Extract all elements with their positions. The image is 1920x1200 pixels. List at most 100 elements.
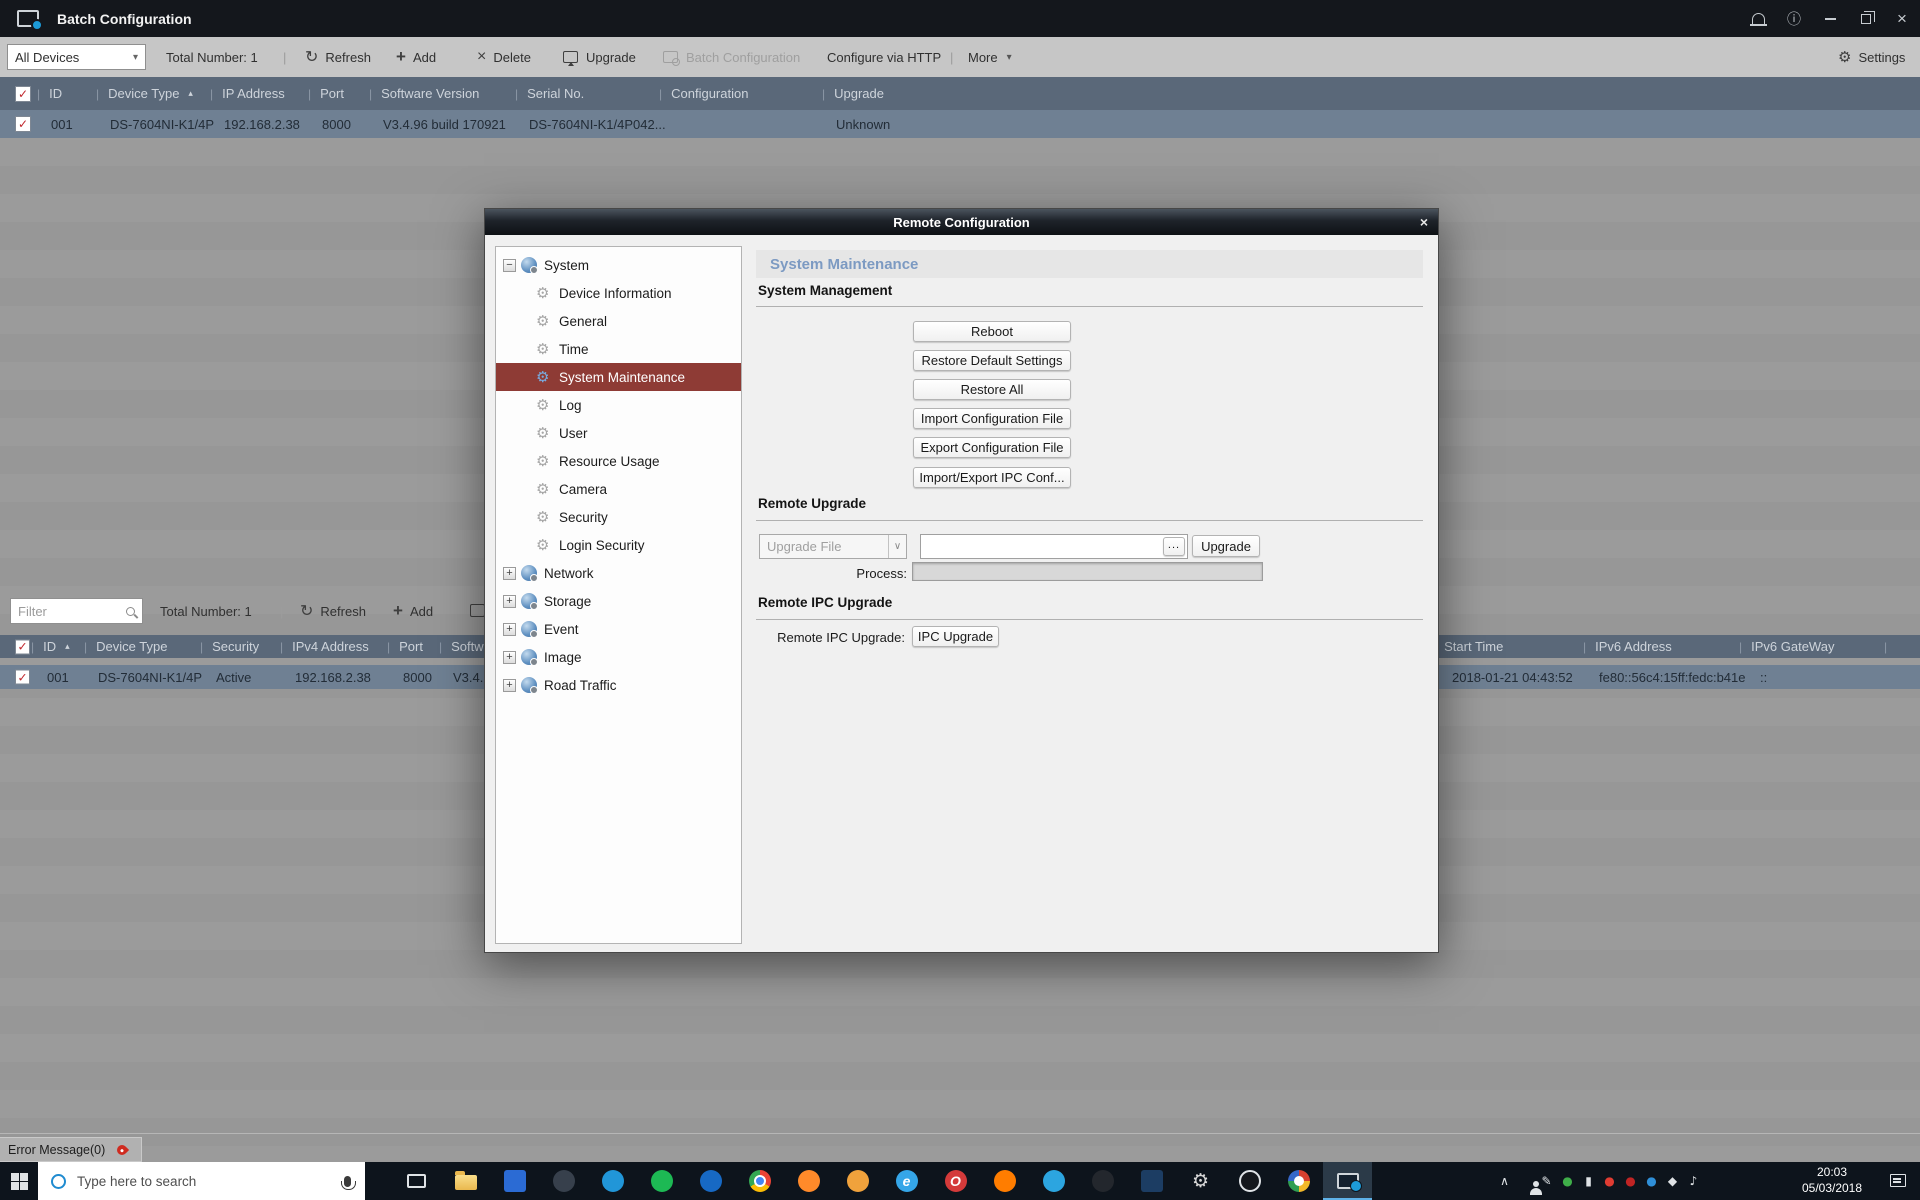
import-export-ipc-conf-button[interactable]: Import/Export IPC Conf...: [913, 467, 1071, 488]
upgrade-file-select[interactable]: Upgrade File ∨: [759, 534, 907, 559]
file-explorer-icon[interactable]: [441, 1162, 490, 1200]
tree-item-security[interactable]: Security: [496, 503, 741, 531]
volume-icon[interactable]: ♪: [1683, 1174, 1704, 1188]
stylus-icon[interactable]: ✎: [1536, 1174, 1557, 1188]
col-ipv4-address[interactable]: |IPv4 Address: [280, 635, 369, 658]
close-button[interactable]: ×: [1884, 0, 1920, 37]
col-device-type[interactable]: |Device Type▴: [96, 77, 193, 110]
reboot-button[interactable]: Reboot: [913, 321, 1071, 342]
tree-item-event[interactable]: + Event: [496, 615, 741, 643]
refresh-button[interactable]: ↻Refresh: [305, 37, 371, 77]
chrome-icon[interactable]: [735, 1162, 784, 1200]
notification-bell-icon[interactable]: [1740, 0, 1776, 37]
col-ip-address[interactable]: |IP Address: [210, 77, 285, 110]
colorful-browser-icon[interactable]: [1274, 1162, 1323, 1200]
upgrade-button[interactable]: Upgrade: [563, 37, 636, 77]
caret-up-icon[interactable]: ∧: [1494, 1174, 1515, 1188]
error-message-tab[interactable]: Error Message(0): [0, 1137, 142, 1162]
col-upgrade[interactable]: |Upgrade: [822, 77, 884, 110]
tree-item-time[interactable]: Time: [496, 335, 741, 363]
row-checkbox[interactable]: ✓: [15, 670, 30, 685]
navy-app-icon[interactable]: [1127, 1162, 1176, 1200]
lower-refresh-button[interactable]: ↻Refresh: [300, 598, 366, 624]
tree-item-device-information[interactable]: Device Information: [496, 279, 741, 307]
dialog-close-button[interactable]: ×: [1420, 209, 1428, 235]
tree-expander-icon[interactable]: −: [503, 259, 516, 272]
select-all-checkbox[interactable]: ✓: [15, 639, 30, 654]
tree-expander-icon[interactable]: +: [503, 567, 516, 580]
configure-via-http-button[interactable]: Configure via HTTP: [827, 37, 941, 77]
start-button[interactable]: [0, 1162, 38, 1200]
col-port[interactable]: |Port: [387, 635, 423, 658]
record-badge-icon[interactable]: ●: [1620, 1174, 1641, 1188]
taskbar-clock[interactable]: 20:03 05/03/2018: [1786, 1162, 1878, 1200]
tree-item-storage[interactable]: + Storage: [496, 587, 741, 615]
tree-item-network[interactable]: + Network: [496, 559, 741, 587]
tree-item-general[interactable]: General: [496, 307, 741, 335]
filter-input[interactable]: Filter: [10, 598, 143, 624]
red-badge-icon[interactable]: ●: [1599, 1174, 1620, 1188]
info-icon[interactable]: ⓘ: [1776, 0, 1812, 37]
col-software-version[interactable]: |Software Version: [369, 77, 479, 110]
restore-default-settings-button[interactable]: Restore Default Settings: [913, 350, 1071, 371]
mouse-icon[interactable]: ◆: [1662, 1174, 1683, 1188]
device-filter-select[interactable]: All Devices ▾: [7, 44, 146, 70]
col-start-time[interactable]: |Start Time: [1432, 635, 1503, 658]
col-port[interactable]: |Port: [308, 77, 344, 110]
maximize-button[interactable]: [1848, 0, 1884, 37]
export-configuration-file-button[interactable]: Export Configuration File: [913, 437, 1071, 458]
tree-expander-icon[interactable]: +: [503, 651, 516, 664]
col-security[interactable]: |Security: [200, 635, 259, 658]
col-serial-no[interactable]: |Serial No.: [515, 77, 584, 110]
batch-configuration-taskbar-icon[interactable]: [1323, 1162, 1372, 1200]
col-ipv6-address[interactable]: |IPv6 Address: [1583, 635, 1672, 658]
clipped-toolbar-icon[interactable]: [470, 604, 485, 617]
upgrade-file-path-input[interactable]: ...: [920, 534, 1188, 559]
skype-icon[interactable]: [588, 1162, 637, 1200]
microphone-icon[interactable]: [344, 1176, 351, 1187]
device-table-row[interactable]: ✓ 001 DS-7604NI-K1/4P 192.168.2.38 8000 …: [0, 110, 1920, 138]
col-id[interactable]: |ID: [37, 77, 62, 110]
restore-all-button[interactable]: Restore All: [913, 379, 1071, 400]
firefox-icon[interactable]: [784, 1162, 833, 1200]
minimize-button[interactable]: [1812, 0, 1848, 37]
row-checkbox[interactable]: ✓: [15, 116, 31, 132]
dark-app-icon[interactable]: [539, 1162, 588, 1200]
more-button[interactable]: More▾: [968, 37, 1012, 77]
import-configuration-file-button[interactable]: Import Configuration File: [913, 408, 1071, 429]
add-button[interactable]: +Add: [396, 37, 436, 77]
green-status-icon[interactable]: ●: [1557, 1174, 1578, 1188]
taskbar-search-input[interactable]: Type here to search: [38, 1162, 365, 1200]
tree-expander-icon[interactable]: +: [503, 595, 516, 608]
dialog-upgrade-button[interactable]: Upgrade: [1192, 535, 1260, 557]
col-ipv6-gateway[interactable]: |IPv6 GateWay: [1739, 635, 1834, 658]
pin-icon[interactable]: [115, 1142, 129, 1156]
vlc-icon[interactable]: [980, 1162, 1029, 1200]
col-configuration[interactable]: |Configuration: [659, 77, 748, 110]
batch-configuration-button[interactable]: Batch Configuration: [663, 37, 800, 77]
telegram-icon[interactable]: [1029, 1162, 1078, 1200]
lower-add-button[interactable]: +Add: [393, 598, 433, 624]
tree-expander-icon[interactable]: +: [503, 679, 516, 692]
tree-expander-icon[interactable]: +: [503, 623, 516, 636]
tree-item-system[interactable]: − System: [496, 251, 741, 279]
ie-icon[interactable]: e: [882, 1162, 931, 1200]
amber-app-icon[interactable]: [833, 1162, 882, 1200]
select-all-checkbox[interactable]: ✓: [15, 86, 31, 102]
spotify-icon[interactable]: [637, 1162, 686, 1200]
edge-blue-icon[interactable]: [686, 1162, 735, 1200]
col-device-type[interactable]: |Device Type: [84, 635, 167, 658]
dark-round-app-icon[interactable]: [1078, 1162, 1127, 1200]
blue-app-icon[interactable]: [490, 1162, 539, 1200]
tree-item-resource-usage[interactable]: Resource Usage: [496, 447, 741, 475]
action-center-icon[interactable]: [1890, 1174, 1906, 1187]
tree-item-camera[interactable]: Camera: [496, 475, 741, 503]
tree-item-road-traffic[interactable]: + Road Traffic: [496, 671, 741, 699]
tree-item-system-maintenance[interactable]: System Maintenance: [496, 363, 741, 391]
obs-icon[interactable]: [1225, 1162, 1274, 1200]
ipc-upgrade-button[interactable]: IPC Upgrade: [912, 626, 999, 647]
col-end[interactable]: |: [1884, 635, 1896, 658]
tree-item-user[interactable]: User: [496, 419, 741, 447]
tree-item-image[interactable]: + Image: [496, 643, 741, 671]
tree-item-login-security[interactable]: Login Security: [496, 531, 741, 559]
